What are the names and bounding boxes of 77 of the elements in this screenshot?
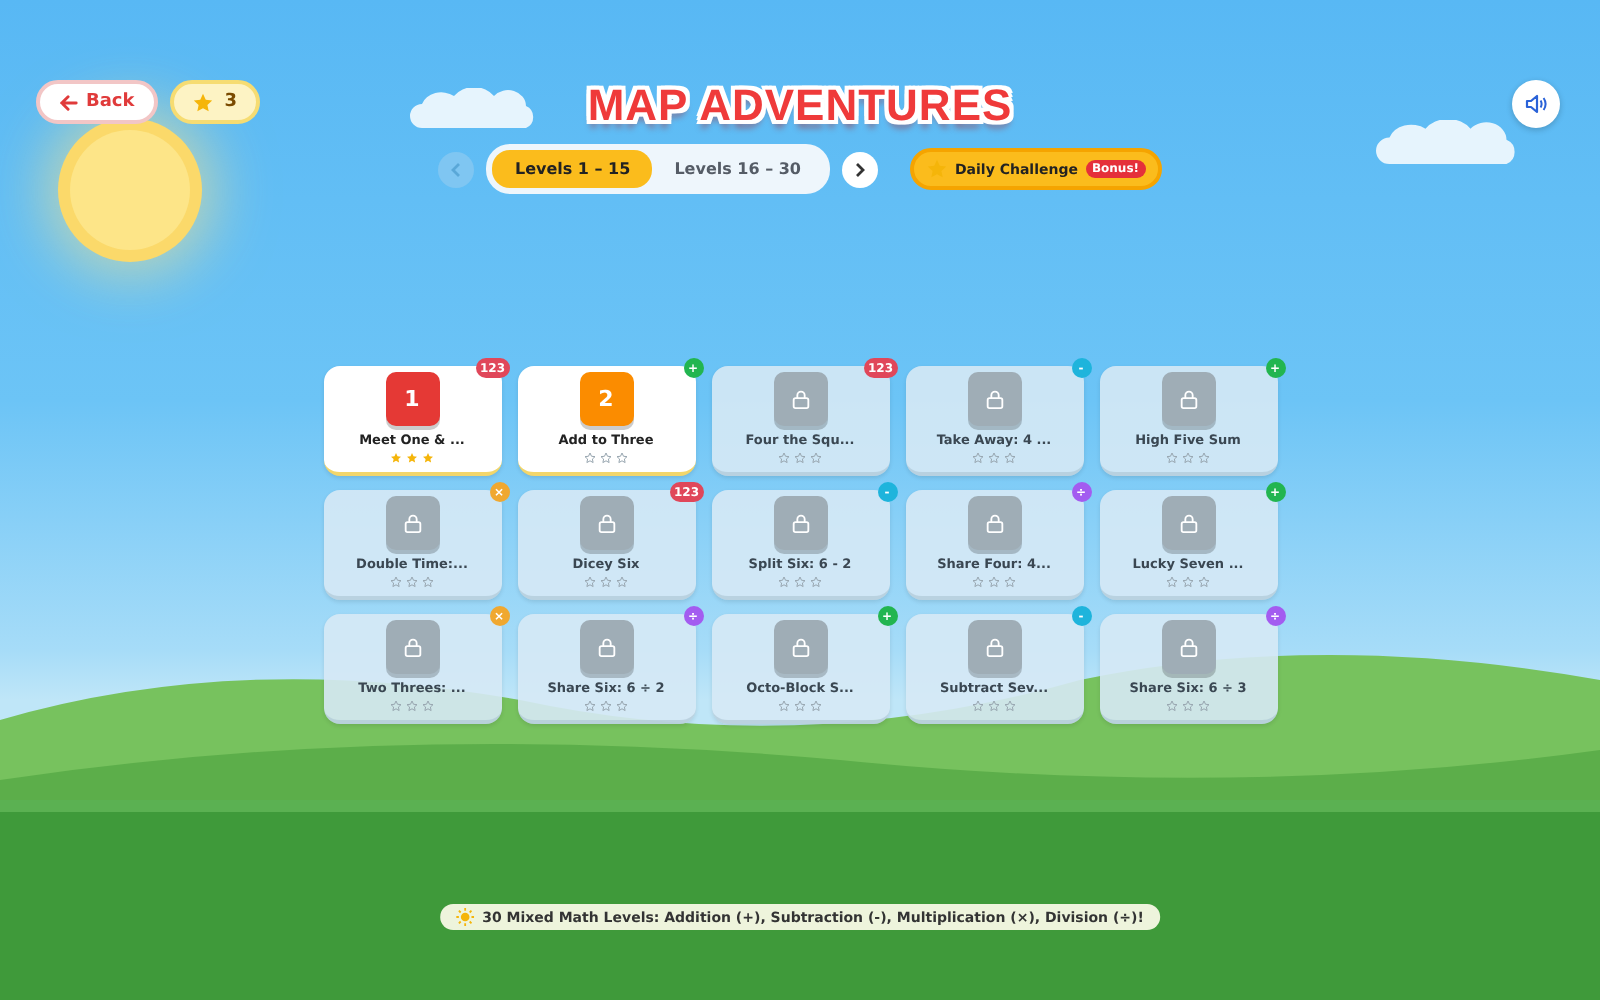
star-icon (584, 576, 596, 588)
star-icon (616, 576, 628, 588)
lock-icon (1177, 512, 1199, 534)
level-range-tab[interactable]: Levels 1 – 15 (492, 150, 653, 188)
star-icon (422, 576, 434, 588)
sun (70, 130, 190, 250)
lock-icon (595, 636, 617, 658)
star-icon (1166, 576, 1178, 588)
star-icon (600, 576, 612, 588)
star-icon (406, 700, 418, 712)
star-icon (422, 452, 434, 464)
star-icon (778, 452, 790, 464)
star-icon (192, 91, 215, 113)
star-icon (972, 452, 984, 464)
lock-icon (1177, 388, 1199, 410)
star-icon (1198, 452, 1210, 464)
back-button[interactable]: Back (36, 80, 159, 124)
star-icon (810, 452, 822, 464)
level-range-tab[interactable]: Levels 16 – 30 (652, 150, 823, 188)
star-icon (810, 576, 822, 588)
level-number: 1 (385, 372, 439, 426)
star-counter: 3 (170, 80, 260, 124)
next-button[interactable] (841, 151, 877, 187)
lock-icon (789, 512, 811, 534)
lock-icon (983, 636, 1005, 658)
star-icon (972, 700, 984, 712)
lock-icon (789, 388, 811, 410)
star-icon (422, 700, 434, 712)
lock-icon (983, 512, 1005, 534)
star-icon (616, 452, 628, 464)
lock-icon (789, 636, 811, 658)
star-icon (406, 576, 418, 588)
star-icon (794, 576, 806, 588)
star-icon (390, 452, 402, 464)
star-icon (1004, 576, 1016, 588)
star-icon (1182, 700, 1194, 712)
star-icon (778, 700, 790, 712)
star-icon (1198, 700, 1210, 712)
star-icon (925, 158, 947, 180)
lock-icon (401, 512, 423, 534)
lock-icon (595, 512, 617, 534)
cloud (410, 88, 538, 128)
star-icon (1182, 576, 1194, 588)
star-icon (600, 700, 612, 712)
star-icon (972, 576, 984, 588)
star-icon (390, 576, 402, 588)
star-icon (778, 576, 790, 588)
page-title: MAP ADVENTURES (587, 80, 1013, 132)
star-icon (584, 700, 596, 712)
star-icon (810, 700, 822, 712)
star-icon (600, 452, 612, 464)
star-icon (1166, 452, 1178, 464)
level-number: 2 (579, 372, 633, 426)
star-icon (794, 700, 806, 712)
chevron-left-icon (448, 161, 465, 177)
star-icon (584, 452, 596, 464)
cloud (1376, 120, 1520, 164)
sound-button[interactable] (1512, 80, 1560, 128)
star-icon (988, 452, 1000, 464)
chevron-right-icon (851, 161, 867, 177)
star-icon (390, 700, 402, 712)
sun-icon (456, 908, 475, 926)
star-icon (1004, 452, 1016, 464)
arrow-left-icon (60, 93, 78, 111)
lock-icon (401, 636, 423, 658)
star-icon (616, 700, 628, 712)
speaker-icon (1524, 92, 1548, 116)
star-icon (988, 576, 1000, 588)
star-icon (1004, 700, 1016, 712)
star-icon (1166, 700, 1178, 712)
lock-icon (983, 388, 1005, 410)
star-icon (794, 452, 806, 464)
lock-icon (1177, 636, 1199, 658)
star-icon (406, 452, 418, 464)
star-icon (1182, 452, 1194, 464)
star-icon (988, 700, 1000, 712)
star-icon (1198, 576, 1210, 588)
